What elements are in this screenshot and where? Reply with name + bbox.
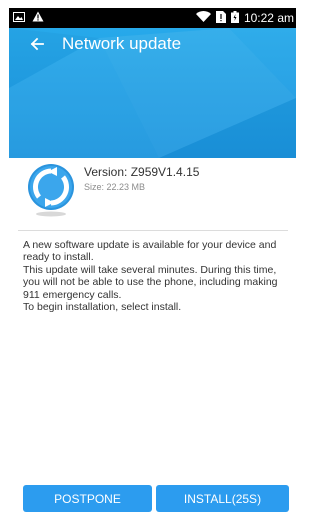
image-notification-icon: [13, 11, 25, 25]
page-title: Network update: [62, 34, 182, 53]
description-line: To begin installation, select install.: [23, 301, 182, 314]
no-sim-icon: [215, 10, 226, 26]
install-button[interactable]: INSTALL(25S): [156, 485, 289, 512]
divider: [18, 230, 288, 231]
warning-icon: [32, 11, 44, 25]
update-description: A new software update is available for y…: [23, 239, 291, 313]
status-bar: 10:22 am: [9, 8, 296, 28]
update-package-icon: [26, 163, 76, 219]
description-line: This update will take several minutes. D…: [23, 263, 278, 301]
status-time: 10:22 am: [243, 11, 294, 25]
battery-icon: [230, 10, 239, 26]
postpone-button[interactable]: POSTPONE: [23, 485, 152, 512]
wifi-icon: [195, 11, 211, 25]
version-label: Version: Z959V1.4.15: [84, 165, 200, 179]
app-header: Network update: [9, 28, 296, 158]
description-line: A new software update is available for y…: [23, 239, 277, 264]
back-arrow-icon[interactable]: [25, 30, 49, 58]
size-label: Size: 22.23 MB: [84, 182, 146, 192]
